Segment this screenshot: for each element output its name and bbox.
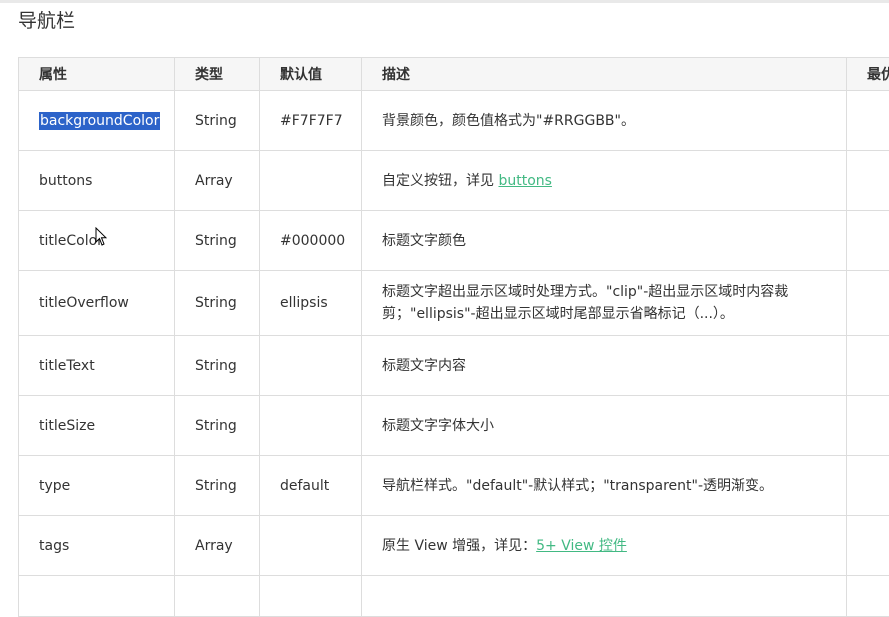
cell-description: 标题文字字体大小 (362, 396, 847, 456)
cell-extra (847, 271, 889, 336)
cell-default: default (260, 456, 362, 516)
cell-default (260, 576, 362, 617)
page-title: 导航栏 (18, 6, 75, 33)
header-min-version: 最优 (847, 58, 889, 91)
cell-extra (847, 336, 889, 396)
header-default: 默认值 (260, 58, 362, 91)
cell-description: 自定义按钮，详见 buttons (362, 151, 847, 211)
table-row: backgroundColor String #F7F7F7 背景颜色，颜色值格… (19, 91, 889, 151)
mouse-cursor-icon (95, 227, 107, 247)
cell-type: Array (175, 516, 260, 576)
cell-extra (847, 91, 889, 151)
cell-name: titleOverflow (19, 271, 175, 336)
cell-type: String (175, 91, 260, 151)
cell-default (260, 396, 362, 456)
cell-type: Array (175, 151, 260, 211)
table-row: titleText String 标题文字内容 (19, 336, 889, 396)
cell-extra (847, 576, 889, 617)
header-property: 属性 (19, 58, 175, 91)
table-row: buttons Array 自定义按钮，详见 buttons (19, 151, 889, 211)
cell-type: String (175, 396, 260, 456)
cell-name[interactable]: backgroundColor (19, 91, 175, 151)
table-row: tags Array 原生 View 增强，详见：5+ View 控件 (19, 516, 889, 576)
cell-extra (847, 516, 889, 576)
cell-default (260, 151, 362, 211)
cell-extra (847, 456, 889, 516)
buttons-link[interactable]: buttons (498, 173, 551, 189)
cell-default: #F7F7F7 (260, 91, 362, 151)
cell-description (362, 576, 847, 617)
view-control-link[interactable]: 5+ View 控件 (536, 538, 627, 554)
cell-name: titleText (19, 336, 175, 396)
cell-description: 标题文字超出显示区域时处理方式。"clip"-超出显示区域时内容裁剪；"elli… (362, 271, 847, 336)
cell-description: 标题文字内容 (362, 336, 847, 396)
cell-extra (847, 396, 889, 456)
cell-default (260, 336, 362, 396)
table-row: type String default 导航栏样式。"default"-默认样式… (19, 456, 889, 516)
selected-text[interactable]: backgroundColor (39, 112, 160, 130)
table-row: titleSize String 标题文字字体大小 (19, 396, 889, 456)
top-divider (0, 0, 889, 3)
cell-type: String (175, 456, 260, 516)
cell-default: #000000 (260, 211, 362, 271)
cell-description: 原生 View 增强，详见：5+ View 控件 (362, 516, 847, 576)
description-text: 自定义按钮，详见 (382, 173, 498, 189)
header-description: 描述 (362, 58, 847, 91)
table-row: titleOverflow String ellipsis 标题文字超出显示区域… (19, 271, 889, 336)
cell-type: String (175, 211, 260, 271)
header-type: 类型 (175, 58, 260, 91)
cell-name: type (19, 456, 175, 516)
cell-type: String (175, 271, 260, 336)
properties-table: 属性 类型 默认值 描述 最优 backgroundColor String #… (18, 57, 889, 617)
cell-name (19, 576, 175, 617)
cell-name: tags (19, 516, 175, 576)
cell-type: String (175, 336, 260, 396)
table-row: titleColor String #000000 标题文字颜色 (19, 211, 889, 271)
cell-name: buttons (19, 151, 175, 211)
table-header-row: 属性 类型 默认值 描述 最优 (19, 58, 889, 91)
cell-extra (847, 211, 889, 271)
description-text: 原生 View 增强，详见： (382, 538, 536, 554)
cell-default: ellipsis (260, 271, 362, 336)
table-row (19, 576, 889, 617)
cell-description: 背景颜色，颜色值格式为"#RRGGBB"。 (362, 91, 847, 151)
cell-name: titleSize (19, 396, 175, 456)
cell-description: 标题文字颜色 (362, 211, 847, 271)
cell-type (175, 576, 260, 617)
cell-default (260, 516, 362, 576)
cell-description: 导航栏样式。"default"-默认样式；"transparent"-透明渐变。 (362, 456, 847, 516)
cell-extra (847, 151, 889, 211)
